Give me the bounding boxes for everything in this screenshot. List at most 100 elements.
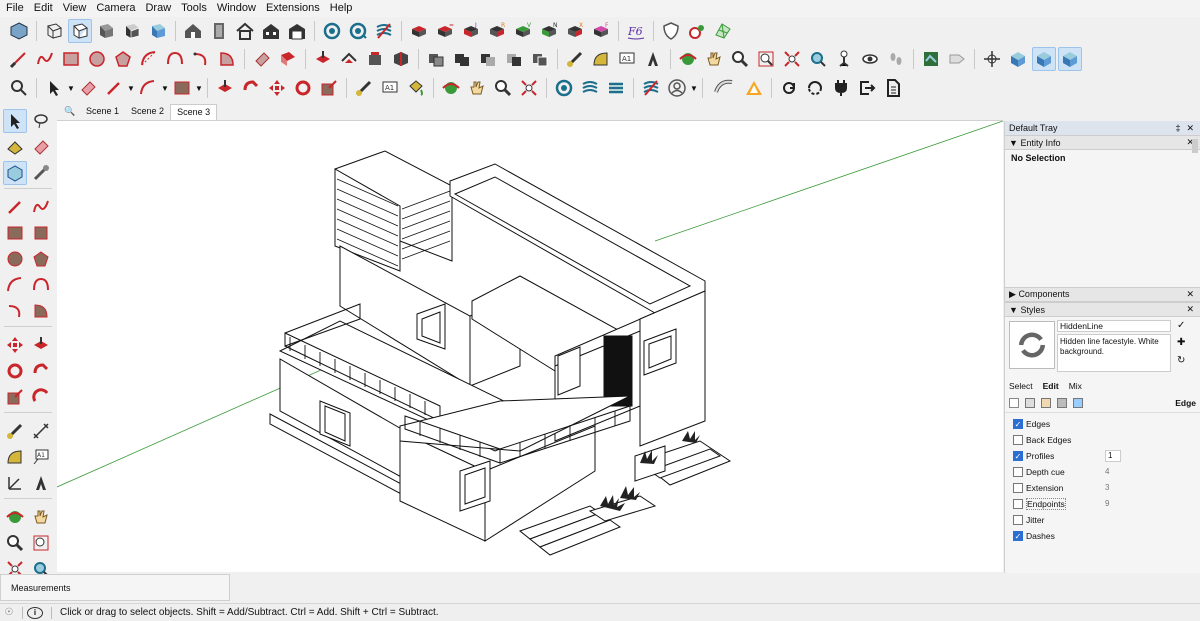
search-icon[interactable]	[7, 76, 31, 100]
text-tool-icon[interactable]: A1	[615, 47, 639, 71]
styles-header[interactable]: ▼ Styles ✕	[1005, 302, 1200, 317]
checkbox-profiles[interactable]: ✓	[1013, 451, 1023, 461]
eraser-icon[interactable]	[76, 76, 100, 100]
orbit-tool-icon[interactable]	[676, 47, 700, 71]
zoom-window-side-icon[interactable]	[29, 531, 53, 555]
profiles-width-input[interactable]: 1	[1105, 450, 1121, 462]
hand-pan-icon[interactable]	[465, 76, 489, 100]
watermark-settings-icon[interactable]	[1057, 397, 1067, 408]
eraser-side-icon[interactable]	[29, 135, 53, 159]
option-jitter[interactable]: Jitter	[1005, 512, 1200, 528]
rotated-rect-icon[interactable]	[29, 221, 53, 245]
scene-tab-2[interactable]: Scene 2	[125, 104, 170, 119]
display-section-icon[interactable]	[578, 76, 602, 100]
home-icon[interactable]	[233, 19, 257, 43]
section-cut-icon[interactable]	[372, 19, 396, 43]
pan-tool-icon[interactable]	[702, 47, 726, 71]
close-icon[interactable]: ✕	[1184, 123, 1196, 134]
arc-tool-icon[interactable]	[136, 76, 160, 100]
pencil-icon[interactable]	[102, 76, 126, 100]
walk-icon[interactable]	[884, 47, 908, 71]
option-depth-cue[interactable]: Depth cue 4	[1005, 464, 1200, 480]
background-settings-icon[interactable]	[1041, 397, 1051, 408]
menu-edit[interactable]: Edit	[28, 0, 57, 17]
building-icon[interactable]	[259, 19, 283, 43]
option-back-edges[interactable]: Back Edges	[1005, 432, 1200, 448]
style-description-field[interactable]: Hidden line facestyle. White background.	[1057, 334, 1171, 372]
checkbox-depth-cue[interactable]	[1013, 467, 1023, 477]
pin-icon[interactable]: ‡	[1175, 123, 1180, 134]
scene-tab-3[interactable]: Scene 3	[170, 103, 218, 120]
checkbox-edges[interactable]: ✓	[1013, 419, 1023, 429]
info-icon[interactable]: i	[27, 606, 43, 619]
zoom-window-icon[interactable]	[754, 47, 778, 71]
offset-side-icon[interactable]	[29, 385, 53, 409]
option-profiles[interactable]: ✓ Profiles 1	[1005, 448, 1200, 464]
zoom-side-icon[interactable]	[3, 531, 27, 555]
modeling-settings-icon[interactable]	[1073, 397, 1083, 408]
arc-2pt-icon[interactable]	[163, 47, 187, 71]
dimension-side-icon[interactable]	[29, 419, 53, 443]
intersect-icon[interactable]	[389, 47, 413, 71]
option-dashes[interactable]: ✓ Dashes	[1005, 528, 1200, 544]
section-plane-icon[interactable]	[320, 19, 344, 43]
rectangle-icon[interactable]	[59, 47, 83, 71]
pie-icon[interactable]	[215, 47, 239, 71]
tape-side-icon[interactable]	[29, 161, 53, 185]
pan-side-icon[interactable]	[29, 505, 53, 529]
camera-right-icon[interactable]: R	[485, 19, 509, 43]
geo-location-icon[interactable]	[919, 47, 943, 71]
tape-icon[interactable]	[352, 76, 376, 100]
shield-icon[interactable]	[659, 19, 683, 43]
checkbox-dashes[interactable]: ✓	[1013, 531, 1023, 541]
sync-icon[interactable]	[803, 76, 827, 100]
tab-select[interactable]: Select	[1009, 381, 1033, 391]
paint-tool-icon[interactable]	[276, 47, 300, 71]
warehouse-icon[interactable]	[181, 19, 205, 43]
door-icon[interactable]	[207, 19, 231, 43]
close-icon[interactable]: ✕	[1184, 289, 1196, 300]
weld-icon[interactable]	[708, 76, 740, 100]
face-settings-icon[interactable]	[1025, 397, 1035, 408]
follow-me-icon[interactable]	[363, 47, 387, 71]
zoom-icon[interactable]	[491, 76, 515, 100]
camera-top-icon[interactable]: =	[433, 19, 457, 43]
menu-extensions[interactable]: Extensions	[260, 0, 324, 17]
checkbox-extension[interactable]	[1013, 483, 1023, 493]
paint-bucket-icon[interactable]	[685, 19, 709, 43]
export-icon[interactable]	[855, 76, 879, 100]
tag-icon[interactable]	[945, 47, 969, 71]
arc3-side-icon[interactable]	[3, 299, 27, 323]
orbit-side-icon[interactable]	[3, 505, 27, 529]
tab-edit[interactable]: Edit	[1043, 381, 1059, 391]
camera-perspective-icon[interactable]: F	[589, 19, 613, 43]
section-plane-tool-icon[interactable]	[552, 76, 576, 100]
orbit-icon[interactable]	[439, 76, 463, 100]
textured-icon[interactable]	[120, 19, 144, 43]
measurements-box[interactable]: Measurements	[0, 574, 230, 601]
move-tool-icon[interactable]	[265, 76, 289, 100]
camera-left-icon[interactable]: N	[537, 19, 561, 43]
arc-icon[interactable]	[137, 47, 161, 71]
menu-draw[interactable]: Draw	[139, 0, 175, 17]
checkbox-back-edges[interactable]	[1013, 435, 1023, 445]
scale-side-icon[interactable]	[3, 385, 27, 409]
paint-bucket-tool-icon[interactable]	[404, 76, 428, 100]
tape-measure-side-icon[interactable]	[3, 419, 27, 443]
components-header[interactable]: ▶ Components ✕	[1005, 287, 1200, 302]
arc-side-icon[interactable]	[3, 273, 27, 297]
tape-measure-icon[interactable]	[563, 47, 587, 71]
document-icon[interactable]	[881, 76, 905, 100]
option-endpoints[interactable]: Endpoints 9	[1005, 496, 1200, 512]
camera-front-icon[interactable]: J	[459, 19, 483, 43]
chevron-down-icon[interactable]: ▼	[690, 76, 698, 100]
union-icon[interactable]	[450, 47, 474, 71]
paint-bucket-side-icon[interactable]	[3, 135, 27, 159]
chevron-down-icon[interactable]: ▼	[127, 76, 135, 100]
chevron-down-icon[interactable]: ▼	[161, 76, 169, 100]
solid-tools-icon[interactable]	[1006, 47, 1030, 71]
zoom-extents-icon[interactable]	[780, 47, 804, 71]
update-style-icon[interactable]: ✓	[1177, 320, 1185, 331]
close-icon[interactable]: ✕	[1184, 304, 1196, 315]
create-style-icon[interactable]: ✚	[1177, 337, 1185, 348]
